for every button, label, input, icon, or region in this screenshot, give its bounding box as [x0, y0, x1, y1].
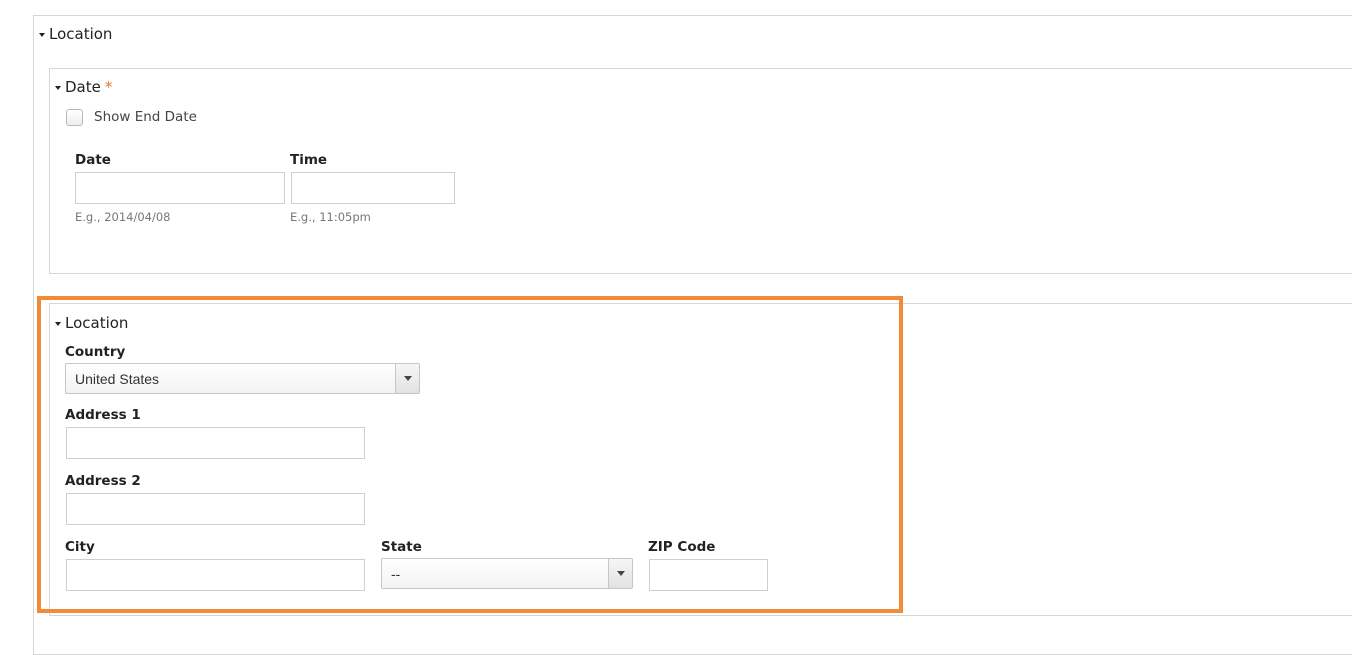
date-section-header[interactable]: Date * [55, 78, 112, 96]
zip-code-label: ZIP Code [648, 539, 716, 555]
date-field-label: Date [75, 152, 111, 168]
outer-location-header[interactable]: Location [39, 25, 112, 43]
date-panel [49, 68, 1352, 274]
collapse-caret-icon[interactable] [39, 32, 45, 37]
city-input[interactable] [66, 559, 365, 591]
state-label: State [381, 539, 422, 555]
address2-input[interactable] [66, 493, 365, 525]
country-select[interactable]: United States [65, 363, 420, 394]
address2-label: Address 2 [65, 473, 141, 489]
state-selected-value: -- [391, 565, 401, 582]
collapse-caret-icon[interactable] [55, 321, 61, 326]
state-select[interactable]: -- [381, 558, 633, 589]
time-input[interactable] [291, 172, 455, 204]
date-hint: E.g., 2014/04/08 [75, 210, 171, 224]
location-section-title: Location [65, 314, 129, 332]
dropdown-arrow-icon[interactable] [608, 559, 632, 588]
dropdown-arrow-icon[interactable] [395, 364, 419, 393]
country-label: Country [65, 344, 126, 360]
zip-code-input[interactable] [649, 559, 768, 591]
time-field-label: Time [290, 152, 328, 168]
address1-input[interactable] [66, 427, 365, 459]
time-hint: E.g., 11:05pm [290, 210, 371, 224]
date-input[interactable] [75, 172, 285, 204]
show-end-date-checkbox[interactable] [66, 109, 83, 126]
location-section-header[interactable]: Location [55, 314, 128, 332]
country-selected-value: United States [75, 370, 160, 387]
date-section-title: Date [65, 78, 101, 96]
show-end-date-label[interactable]: Show End Date [94, 109, 197, 125]
outer-location-title: Location [49, 25, 113, 43]
collapse-caret-icon[interactable] [55, 85, 61, 90]
city-label: City [65, 539, 95, 555]
address1-label: Address 1 [65, 407, 141, 423]
required-star-icon: * [104, 78, 113, 96]
